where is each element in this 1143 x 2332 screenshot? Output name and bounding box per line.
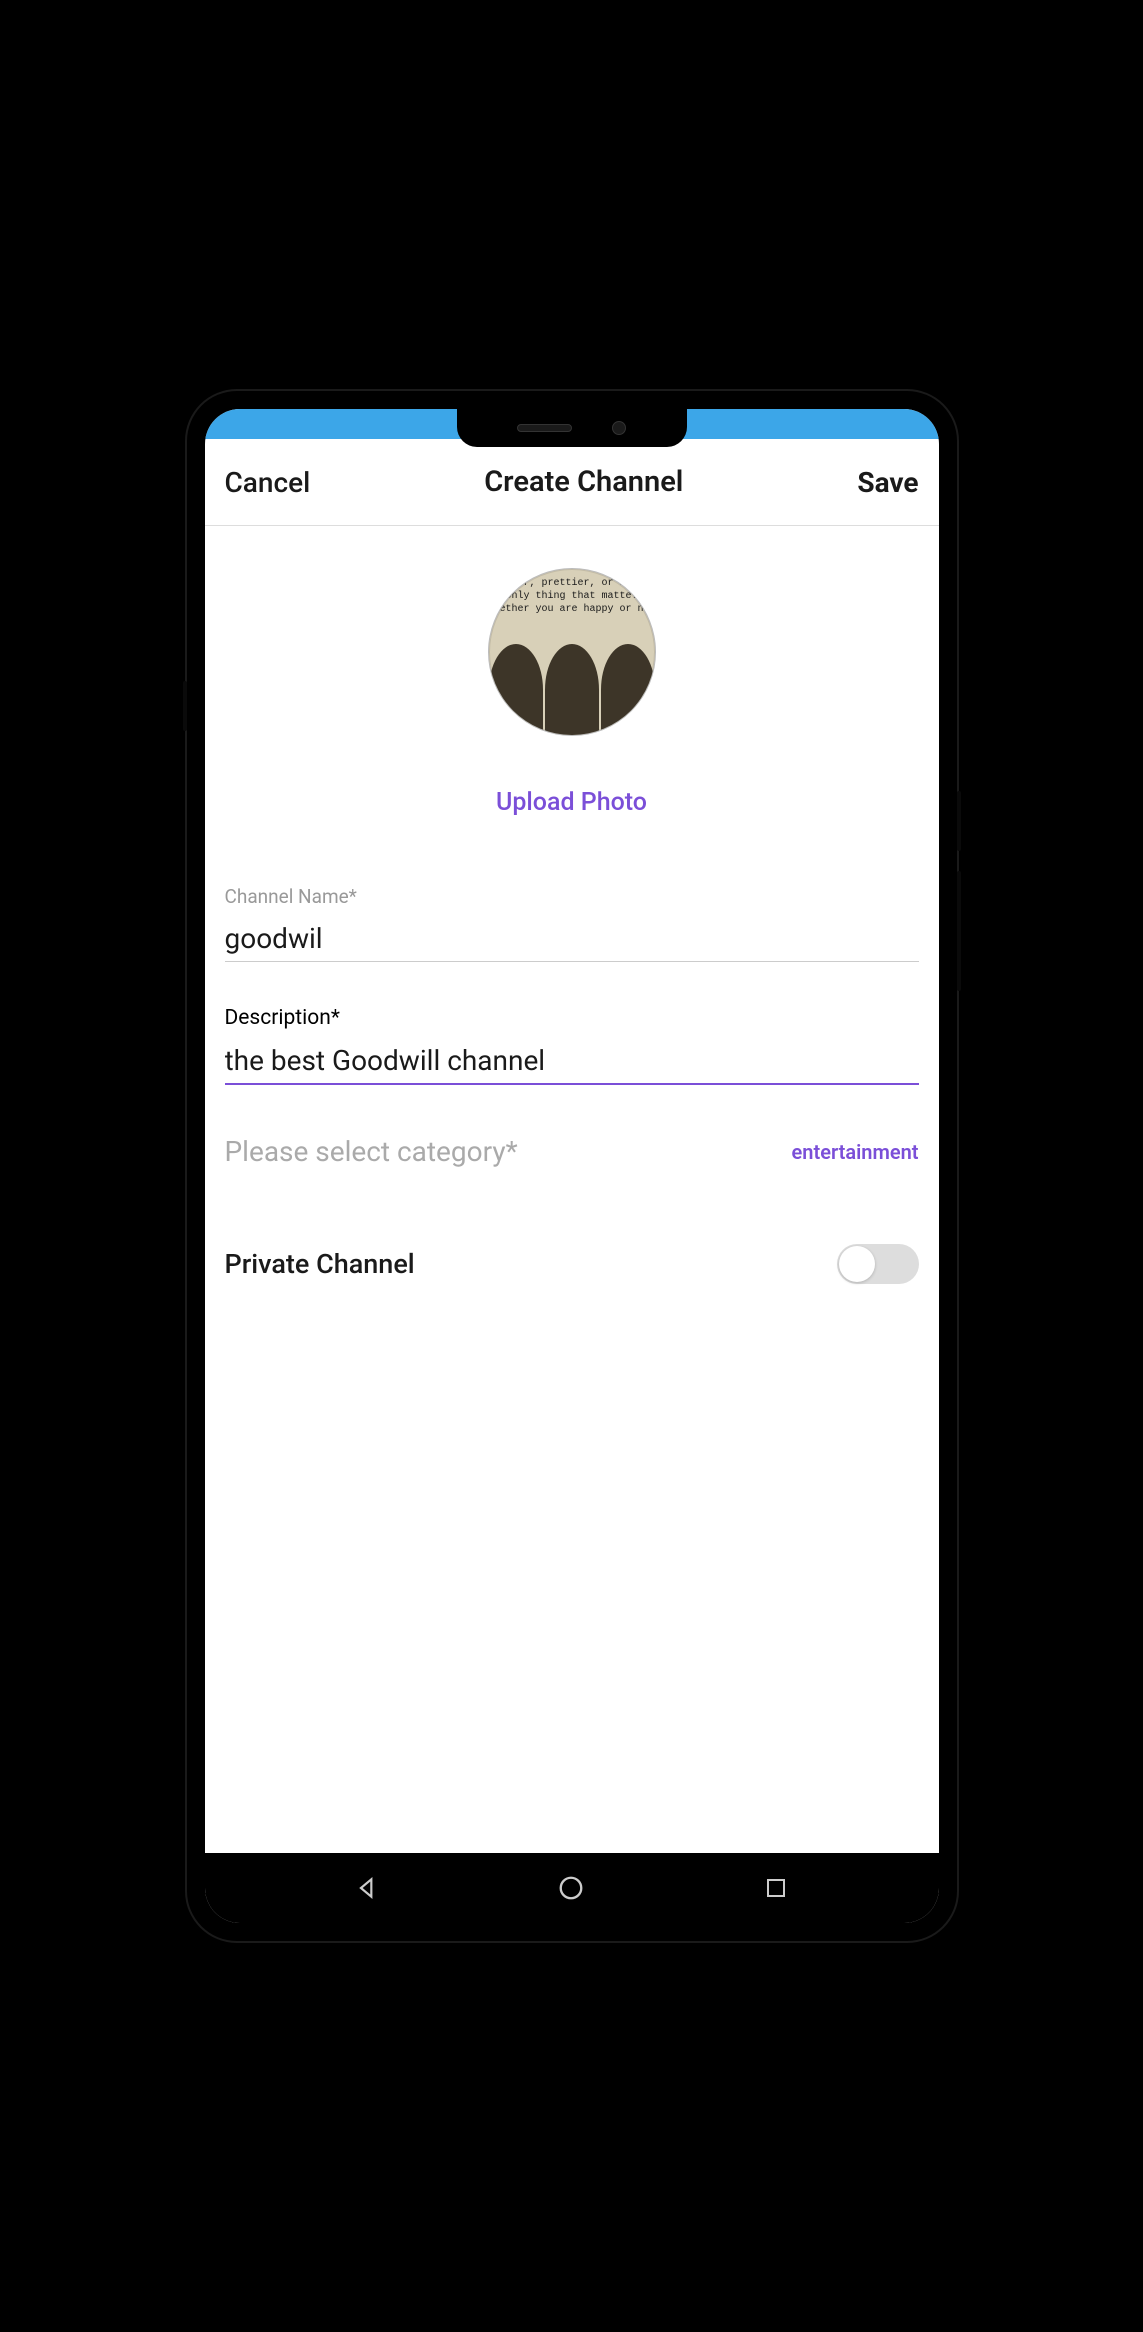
description-group: Description* [225, 1006, 919, 1085]
phone-notch [457, 409, 687, 447]
content-area: er, prettier, or i only thing that matte… [205, 526, 939, 1853]
avatar-figures [489, 644, 655, 735]
home-icon[interactable] [556, 1873, 586, 1903]
avatar-image: er, prettier, or i only thing that matte… [489, 569, 655, 735]
channel-name-label: Channel Name* [225, 885, 919, 908]
phone-camera [612, 421, 626, 435]
android-nav-bar [205, 1853, 939, 1923]
phone-speaker [517, 424, 572, 432]
channel-name-group: Channel Name* [225, 885, 919, 962]
phone-screen: Cancel Create Channel Save er, prettier,… [205, 409, 939, 1923]
phone-side-button [957, 871, 961, 991]
description-label: Description* [225, 1006, 919, 1030]
phone-side-button [183, 681, 187, 731]
phone-frame: Cancel Create Channel Save er, prettier,… [187, 391, 957, 1941]
toggle-knob [839, 1246, 875, 1282]
upload-photo-button[interactable]: Upload Photo [496, 788, 647, 817]
recent-apps-icon[interactable] [761, 1873, 791, 1903]
category-selector[interactable]: entertainment [792, 1140, 919, 1164]
back-icon[interactable] [352, 1873, 382, 1903]
phone-side-button [957, 791, 961, 851]
page-title: Create Channel [484, 465, 683, 499]
category-label: Please select category* [225, 1135, 518, 1168]
save-button[interactable]: Save [857, 466, 918, 499]
avatar-text-line: only thing that matte. [489, 590, 655, 603]
avatar-text-line: er, prettier, or i [489, 577, 655, 590]
cancel-button[interactable]: Cancel [225, 466, 311, 499]
channel-avatar[interactable]: er, prettier, or i only thing that matte… [488, 568, 656, 736]
channel-name-input[interactable] [225, 916, 919, 962]
header: Cancel Create Channel Save [205, 439, 939, 526]
photo-section: er, prettier, or i only thing that matte… [225, 526, 919, 841]
avatar-text-line: iether you are happy or ne [489, 603, 655, 616]
private-channel-row: Private Channel [225, 1244, 919, 1284]
category-row: Please select category* entertainment [225, 1135, 919, 1168]
description-input[interactable] [225, 1038, 919, 1085]
private-channel-label: Private Channel [225, 1248, 415, 1280]
avatar-text-overlay: er, prettier, or i only thing that matte… [489, 577, 655, 616]
private-channel-toggle[interactable] [837, 1244, 919, 1284]
